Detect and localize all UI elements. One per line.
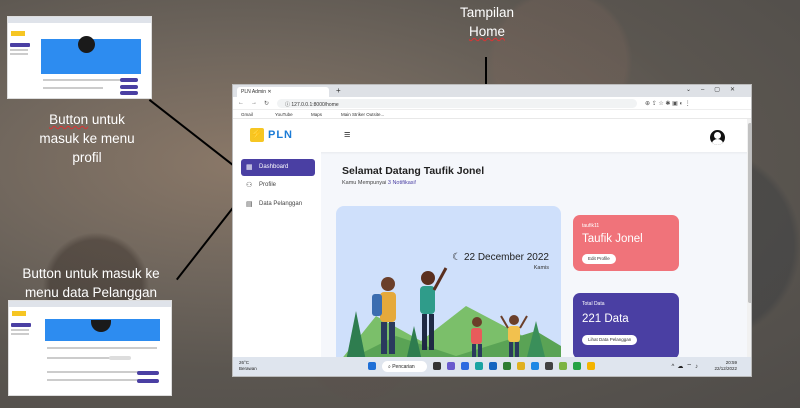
address-bar: ← → ↻ ⓘ 127.0.0.1:8000/home ⊕ ⇪ ☆ ✱ ▣ ◐ … [233, 97, 751, 110]
profile-caption: Button untuk masuk ke menu profil [39, 112, 135, 165]
tab-pln-admin[interactable]: PLN Admin ✕ [237, 87, 329, 97]
reload-icon[interactable]: ↻ [264, 100, 269, 107]
dashboard-icon: ▦ [246, 164, 253, 171]
sidebar-item-dashboard[interactable]: ▦ Dashboard [241, 159, 315, 176]
profile-name: Taufik Jonel [582, 233, 643, 245]
start-icon[interactable] [368, 362, 376, 370]
customer-caption: Button untuk masuk ke menu data Pelangga… [22, 266, 160, 300]
folder-icon[interactable] [587, 362, 595, 370]
hero-card: ☾ 22 December 2022 Kamis [336, 206, 561, 366]
main-content: Selamat Datang Taufik Jonel Kamu Mempuny… [321, 152, 745, 366]
total-data-value: 221 Data [582, 313, 629, 325]
taskbar-clock[interactable]: 20:59 22/12/2022 [714, 360, 737, 372]
customer-page-thumbnail [8, 300, 172, 396]
user-avatar[interactable] [710, 130, 725, 145]
forward-icon[interactable]: → [251, 100, 257, 106]
bookmark-striker[interactable]: Main Striker Outsite... [341, 112, 384, 117]
vscode-icon[interactable] [531, 362, 539, 370]
windows-taskbar: 26°C Berawan ⌕ Pencarian ^☁⌔♪ 20:59 22/12/… [233, 357, 751, 376]
user-icon: ⚇ [246, 182, 253, 189]
logo-text: PLN [268, 129, 293, 141]
hikers-illustration [336, 267, 561, 366]
xbox-icon[interactable] [503, 362, 511, 370]
username-text: taufik11 [582, 223, 600, 229]
sidebar-item-data-pelanggan[interactable]: ▤ Data Pelanggan [241, 196, 315, 213]
notification-text: Kamu Mempunyai 3 Notifikasi! [342, 180, 417, 186]
tab-bar: PLN Admin ✕ + ⌄–▢✕ [233, 85, 751, 97]
data-card: Total Data 221 Data Lihat Data Pelanggan [573, 293, 679, 359]
files-icon[interactable] [461, 362, 469, 370]
table-icon: ▤ [246, 201, 253, 208]
back-icon[interactable]: ← [238, 100, 244, 106]
system-tray[interactable]: ^☁⌔♪ [672, 362, 701, 370]
sidebar-item-profile[interactable]: ⚇ Profile [241, 177, 315, 194]
task-view-icon[interactable] [433, 362, 441, 370]
app-header: ⚡ PLN ≡ [233, 119, 751, 152]
edge-icon[interactable] [475, 362, 483, 370]
hamburger-menu-icon[interactable]: ≡ [344, 129, 350, 141]
taskbar-search[interactable]: ⌕ Pencarian [382, 361, 427, 372]
app-page: ⚡ PLN ≡ ▦ Dashboard ⚇ Profile ▤ Data Pel… [233, 119, 751, 366]
app-icon[interactable] [559, 362, 567, 370]
profile-page-thumbnail [7, 16, 152, 99]
terminal-icon[interactable] [545, 362, 553, 370]
weather-widget[interactable]: 26°C Berawan [239, 360, 257, 372]
browser-window: PLN Admin ✕ + ⌄–▢✕ ← → ↻ ⓘ 127.0.0.1:800… [232, 84, 752, 377]
chrome-icon[interactable] [517, 362, 525, 370]
welcome-title: Selamat Datang Taufik Jonel [342, 165, 485, 177]
view-customers-button[interactable]: Lihat Data Pelanggan [582, 335, 638, 345]
total-data-label: Total Data [582, 301, 605, 307]
bookmark-maps[interactable]: Maps [311, 112, 322, 117]
pln-logo-icon: ⚡ [250, 128, 264, 142]
sidebar: ▦ Dashboard ⚇ Profile ▤ Data Pelanggan [233, 152, 321, 359]
profile-card: taufik11 Taufik Jonel Edit Profile [573, 215, 679, 271]
page-scrollbar[interactable] [747, 119, 751, 359]
store-icon[interactable] [489, 362, 497, 370]
chat-icon[interactable] [447, 362, 455, 370]
bookmark-gmail[interactable]: Gmail [241, 112, 253, 117]
bookmarks-bar: Gmail YouTube Maps Main Striker Outsite.… [233, 110, 751, 119]
whatsapp-icon[interactable] [573, 362, 581, 370]
url-input[interactable]: ⓘ 127.0.0.1:8000/home [277, 99, 637, 108]
home-caption: Tampilan Home [459, 5, 515, 39]
new-tab-icon[interactable]: + [336, 86, 341, 95]
window-controls[interactable]: ⌄–▢✕ [686, 86, 745, 93]
extensions-icons[interactable]: ⊕ ⇪ ☆ ✱ ▣ ◐ ⋮ [645, 100, 691, 107]
edit-profile-button[interactable]: Edit Profile [582, 254, 616, 264]
bookmark-youtube[interactable]: YouTube [275, 112, 293, 117]
